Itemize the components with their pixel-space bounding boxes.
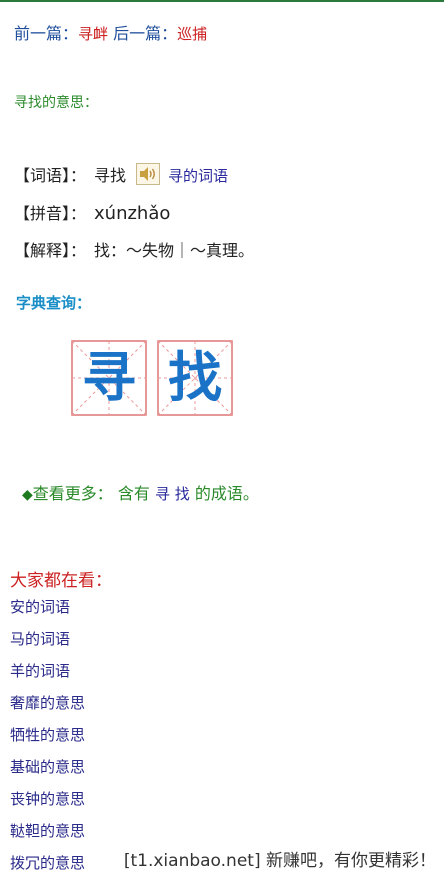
- list-item: 牺牲的意思: [10, 724, 85, 756]
- list-item: 马的词语: [10, 628, 85, 660]
- see-more-suffix: 的成语。: [194, 484, 259, 503]
- popular-link[interactable]: 羊的词语: [10, 662, 70, 680]
- char-glyph: 找: [168, 346, 222, 409]
- see-more-middle: 含有: [117, 484, 150, 503]
- popular-heading: 大家都在看：: [10, 571, 112, 591]
- popular-link[interactable]: 鞑靼的意思: [10, 822, 85, 840]
- next-article-link[interactable]: 巡捕: [177, 25, 207, 43]
- list-item: 羊的词语: [10, 660, 85, 692]
- see-more-prefix: 查看更多：: [32, 484, 113, 503]
- char-card-1[interactable]: 寻: [71, 340, 147, 416]
- pinyin-value: xúnzhǎo: [94, 203, 171, 224]
- list-item: 鞑靼的意思: [10, 820, 85, 852]
- popular-link[interactable]: 基础的意思: [10, 758, 85, 776]
- prev-label: 前一篇：: [14, 24, 79, 43]
- watermark-text: [t1.xianbao.net] 新赚吧，有你更精彩！: [123, 851, 436, 871]
- prev-article-link[interactable]: 寻衅: [78, 25, 108, 43]
- char-card-2[interactable]: 找: [157, 340, 233, 416]
- dictionary-heading: 字典查询：: [16, 294, 92, 312]
- article-nav: 前一篇：寻衅 后一篇：巡捕: [14, 20, 207, 44]
- pinyin-row: 【拼音】： xúnzhǎo: [14, 200, 170, 224]
- popular-link[interactable]: 马的词语: [10, 630, 70, 648]
- meaning-heading: 寻找的意思：: [14, 95, 98, 111]
- explain-row: 【解释】： 找：～失物｜～真理。: [14, 237, 254, 261]
- popular-list: 安的词语 马的词语 羊的词语 奢靡的意思 牺牲的意思 基础的意思 丧钟的意思 鞑…: [10, 596, 85, 884]
- popular-link[interactable]: 牺牲的意思: [10, 726, 85, 744]
- list-item: 丧钟的意思: [10, 788, 85, 820]
- char-glyph: 寻: [82, 346, 136, 409]
- top-divider: [0, 0, 444, 2]
- see-more-idioms: ◆查看更多： 含有 寻 找 的成语。: [22, 480, 259, 504]
- pinyin-label: 【拼音】：: [14, 204, 87, 223]
- popular-link[interactable]: 丧钟的意思: [10, 790, 85, 808]
- next-label: 后一篇：: [113, 24, 178, 43]
- see-more-chars-link[interactable]: 寻 找: [155, 485, 190, 503]
- word-label: 【词语】：: [14, 166, 87, 185]
- related-words-link[interactable]: 寻的词语: [168, 167, 228, 185]
- list-item: 安的词语: [10, 596, 85, 628]
- list-item: 奢靡的意思: [10, 692, 85, 724]
- diamond-bullet-icon: ◆: [22, 487, 33, 503]
- popular-link[interactable]: 拨冗的意思: [10, 854, 85, 872]
- speaker-icon[interactable]: [136, 163, 161, 185]
- word-row: 【词语】： 寻找 寻的词语: [14, 162, 228, 186]
- explain-label: 【解释】：: [14, 241, 87, 260]
- list-item: 拨冗的意思: [10, 852, 85, 884]
- popular-link[interactable]: 奢靡的意思: [10, 694, 85, 712]
- popular-link[interactable]: 安的词语: [10, 598, 70, 616]
- list-item: 基础的意思: [10, 756, 85, 788]
- explain-value: 找：～失物｜～真理。: [94, 241, 255, 260]
- word-value: 寻找: [94, 166, 127, 185]
